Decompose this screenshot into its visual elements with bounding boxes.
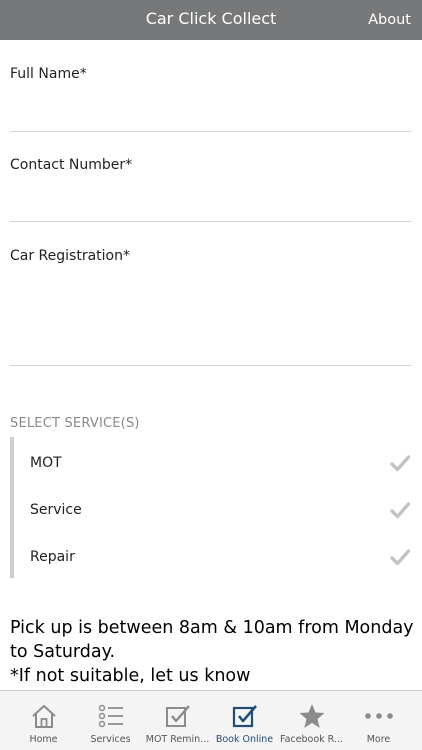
list-icon	[98, 704, 123, 728]
contact-number-label: Contact Number*	[10, 157, 133, 173]
checkmark-icon	[390, 549, 410, 566]
service-item-label: MOT	[30, 455, 62, 471]
more-icon	[364, 713, 393, 719]
checkbox-icon	[165, 705, 190, 727]
service-list: MOT Service Repair	[10, 437, 412, 578]
full-name-input[interactable]	[10, 90, 412, 120]
home-icon	[31, 705, 56, 728]
service-item-repair[interactable]: Repair	[14, 531, 412, 578]
tab-bar: Home Services MOT Remin... Book Online F…	[0, 690, 422, 750]
tab-label: Home	[29, 734, 58, 745]
about-button[interactable]: About	[368, 0, 411, 41]
tab-label: Facebook R...	[280, 734, 343, 745]
checkmark-icon	[390, 502, 410, 519]
tab-label: Services	[90, 734, 131, 745]
car-registration-label: Car Registration*	[10, 248, 130, 264]
app-header: Car Click Collect About	[0, 0, 422, 40]
contact-number-input[interactable]	[10, 181, 412, 211]
pickup-info-line2: *If not suitable, let us know	[10, 666, 251, 686]
tab-label: More	[366, 734, 391, 745]
service-item-service[interactable]: Service	[14, 484, 412, 531]
checkmark-icon	[390, 455, 410, 472]
page-title: Car Click Collect	[145, 9, 277, 28]
tab-mot-reminder[interactable]: MOT Remin...	[144, 691, 211, 750]
tab-services[interactable]: Services	[77, 691, 144, 750]
service-item-mot[interactable]: MOT	[14, 437, 412, 484]
pickup-info: Pick up is between 8am & 10am from Monda…	[10, 616, 416, 688]
tab-book-online[interactable]: Book Online	[211, 691, 278, 750]
service-item-label: Repair	[30, 549, 75, 565]
contact-number-field: Contact Number*	[10, 157, 412, 222]
car-registration-input[interactable]	[10, 272, 412, 352]
pickup-info-line1: Pick up is between 8am & 10am from Monda…	[10, 618, 414, 662]
full-name-label: Full Name*	[10, 66, 87, 82]
tab-label: MOT Remin...	[145, 734, 210, 745]
star-icon	[299, 704, 324, 728]
car-registration-field: Car Registration*	[10, 248, 412, 366]
checkbox-icon	[232, 705, 257, 728]
full-name-field: Full Name*	[10, 66, 412, 132]
tab-label: Book Online	[215, 734, 274, 745]
service-item-label: Service	[30, 502, 82, 518]
select-services-label: SELECT SERVICE(S)	[10, 416, 140, 431]
tab-home[interactable]: Home	[10, 691, 77, 750]
tab-more[interactable]: More	[345, 691, 412, 750]
tab-facebook-reviews[interactable]: Facebook R...	[278, 691, 345, 750]
